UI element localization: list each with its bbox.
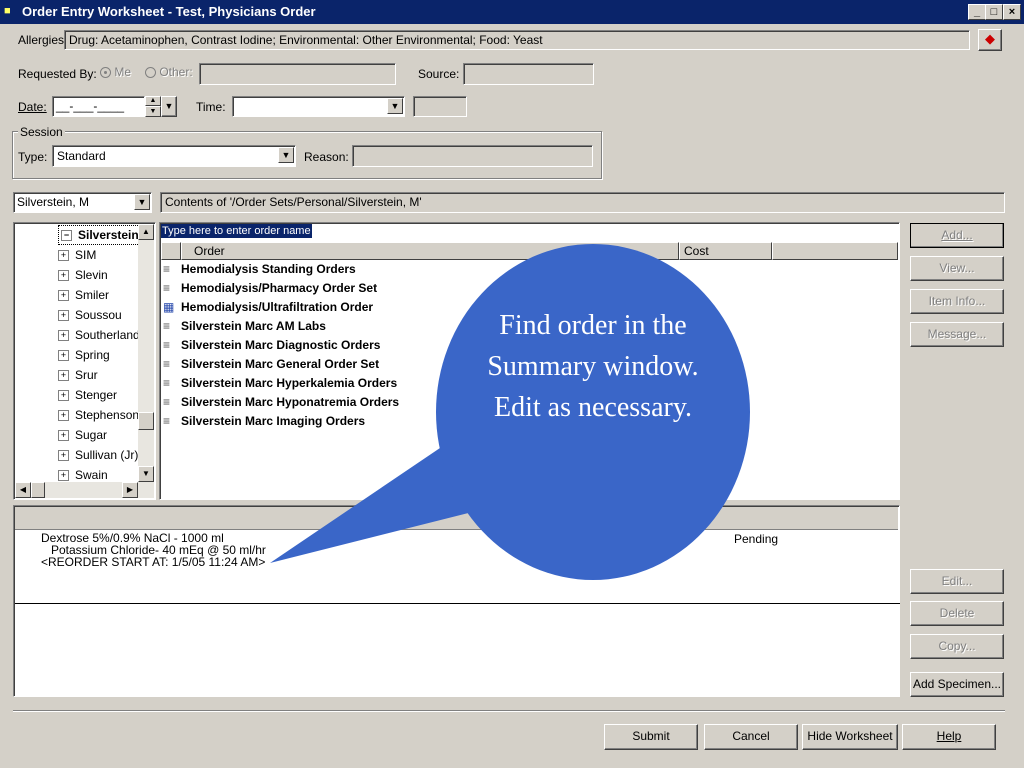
callout-text: Find order in the Summary window. Edit a… [487, 310, 699, 423]
